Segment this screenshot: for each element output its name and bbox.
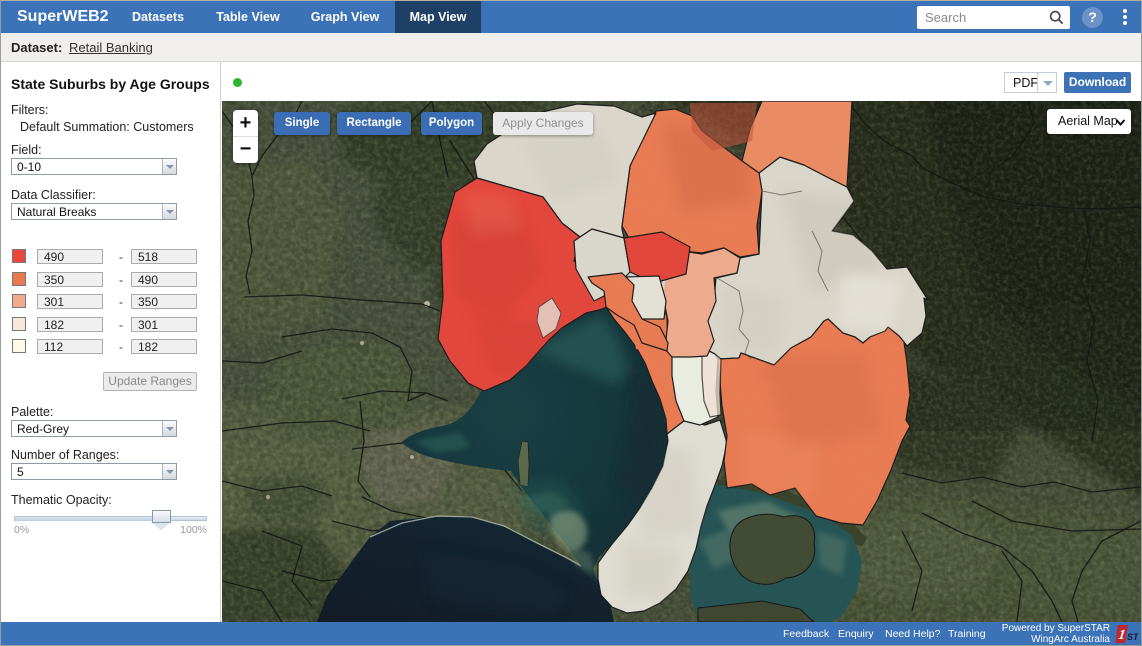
svg-text:ST: ST (1127, 632, 1138, 642)
